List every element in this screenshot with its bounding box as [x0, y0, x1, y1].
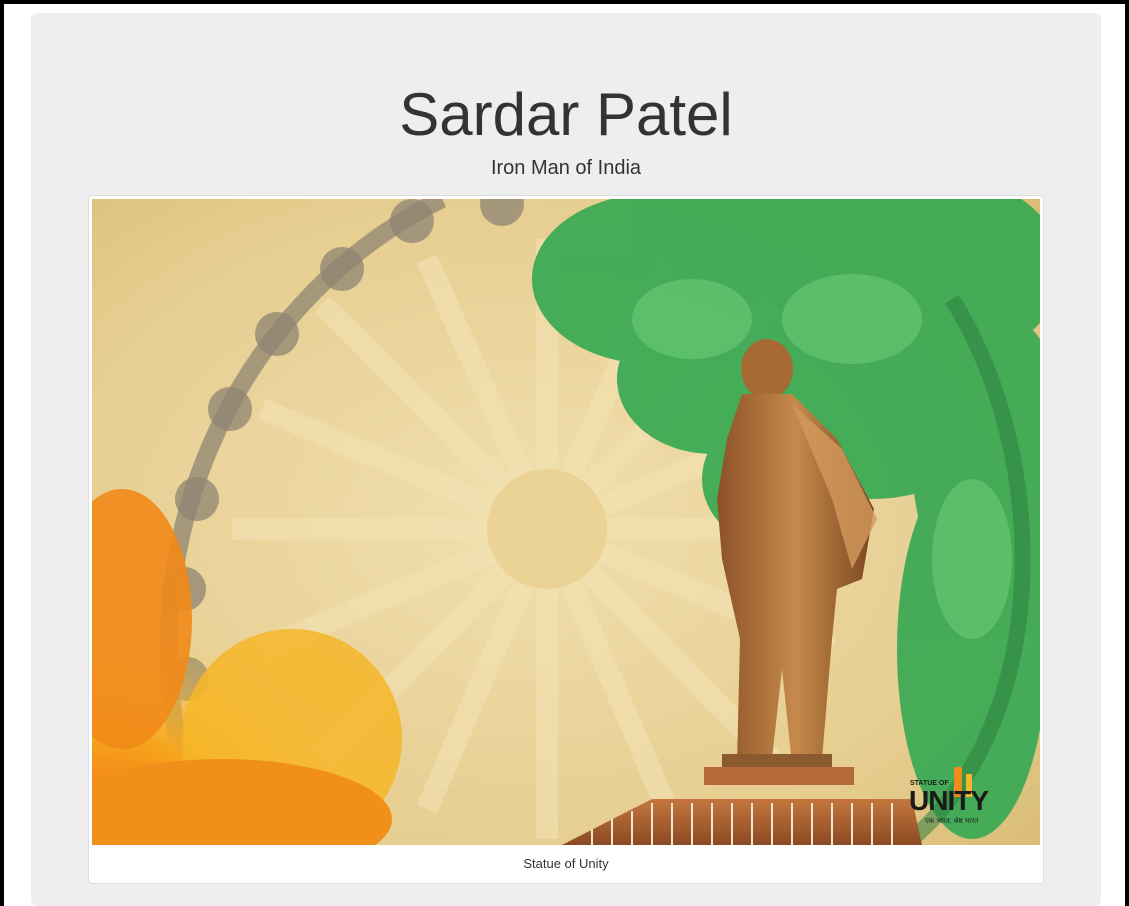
logo-line-2: UNITY	[909, 785, 989, 816]
page-subtitle: Iron Man of India	[490, 157, 642, 179]
statue-of-unity-image	[92, 199, 1040, 845]
logo-tagline: एक भारत, श्रेष्ठ भारत	[925, 818, 979, 825]
image-thumbnail: STATUE OF UNITY एक भारत, श्रेष्ठ भारत St…	[88, 195, 1044, 884]
page-title: Sardar Patel	[399, 81, 733, 148]
jumbotron: Sardar Patel Iron Man of India STATUE OF…	[31, 13, 1101, 906]
statue-of-unity-logo: STATUE OF UNITY एक भारत, श्रेष्ठ भारत	[907, 766, 1013, 828]
image-caption: Statue of Unity	[523, 856, 609, 871]
